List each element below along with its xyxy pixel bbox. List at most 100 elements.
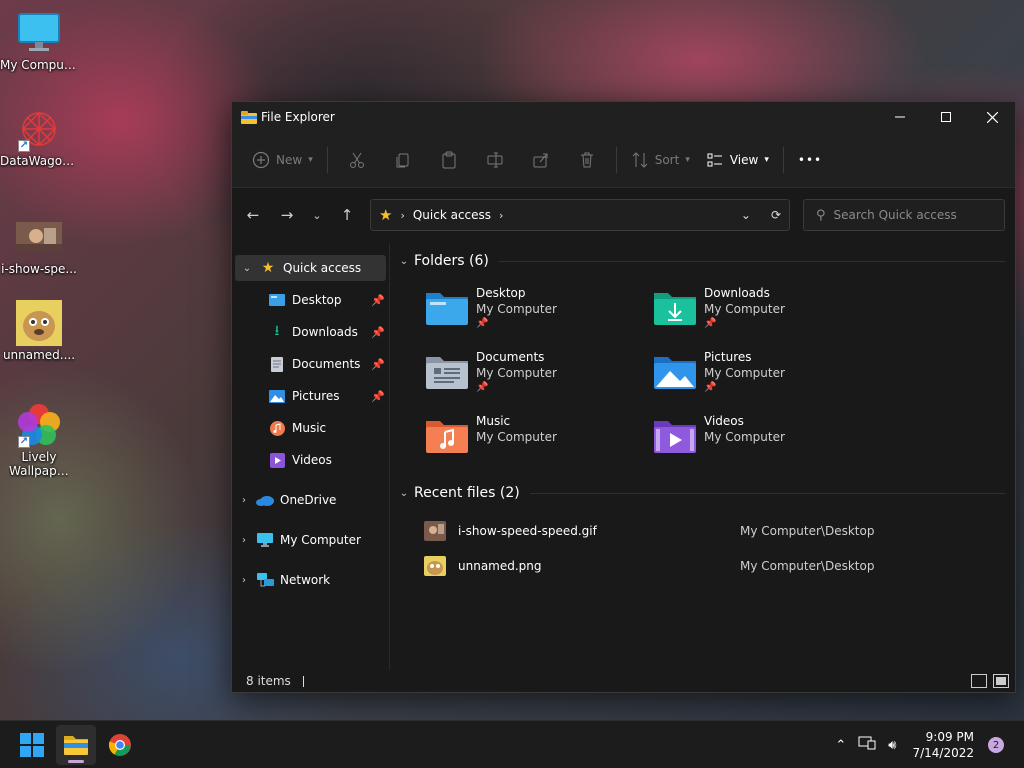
chevron-right-icon[interactable]: › (236, 535, 252, 546)
folders-header: Folders (6) (414, 253, 489, 269)
folder-pictures[interactable]: Pictures My Computer 📌 (652, 349, 880, 405)
documents-folder-icon (426, 357, 468, 389)
shortcut-arrow-icon: ↗ (18, 436, 30, 448)
sort-icon (632, 151, 648, 168)
share-button[interactable] (518, 144, 564, 176)
sidebar-item-music[interactable]: Music (232, 415, 389, 441)
close-icon (986, 111, 998, 123)
view-button[interactable]: View ▾ (698, 144, 777, 176)
window-title: File Explorer (261, 110, 335, 124)
address-path[interactable]: Quick access (413, 208, 491, 222)
folder-music[interactable]: Music My Computer (424, 413, 652, 469)
document-icon (268, 356, 286, 372)
desktop-icon-png[interactable]: unnamed.... (0, 300, 78, 363)
search-input[interactable] (833, 208, 994, 222)
desktop-icon-gif[interactable]: i-show-spe... (0, 214, 78, 277)
clock[interactable]: 9:09 PM 7/14/2022 (912, 729, 974, 761)
window-controls (877, 102, 1015, 132)
sidebar-item-network[interactable]: › Network (232, 567, 389, 593)
clipboard-icon (442, 151, 456, 168)
sidebar-item-desktop[interactable]: Desktop 📌 (232, 287, 389, 313)
chevron-down-icon: ⌄ (312, 208, 322, 222)
notification-badge[interactable]: 2 (988, 737, 1004, 753)
taskbar-file-explorer-button[interactable] (56, 724, 96, 765)
recent-files-list: i-show-speed-speed.gif My Computer\Deskt… (396, 513, 1015, 583)
minimize-button[interactable] (877, 102, 923, 132)
sidebar-item-quick-access[interactable]: ⌄ ★ Quick access (235, 255, 386, 281)
sidebar-item-label: Network (280, 573, 331, 587)
recent-section-header[interactable]: ⌄ Recent files (2) (396, 479, 1015, 507)
folder-name: Downloads (704, 286, 770, 300)
refresh-icon[interactable]: ⟳ (771, 208, 781, 222)
sidebar-item-videos[interactable]: Videos (232, 447, 389, 473)
folder-desktop[interactable]: Desktop My Computer 📌 (424, 285, 652, 341)
new-button[interactable]: New ▾ (244, 144, 321, 176)
folder-videos[interactable]: Videos My Computer (652, 413, 880, 469)
chevron-down-icon: ▾ (685, 154, 690, 165)
chevron-right-icon: › (400, 208, 405, 222)
clock-time: 9:09 PM (925, 730, 974, 744)
sidebar-item-label: Desktop (292, 293, 342, 307)
sidebar-item-label: Pictures (292, 389, 340, 403)
address-dropdown-icon[interactable]: ⌄ (741, 208, 751, 222)
cut-button[interactable] (334, 144, 380, 176)
chevron-right-icon[interactable]: › (236, 575, 252, 586)
sidebar-item-onedrive[interactable]: › OneDrive (232, 487, 389, 513)
up-button[interactable]: ↑ (330, 200, 364, 230)
pin-icon: 📌 (371, 293, 385, 307)
sidebar-item-pictures[interactable]: Pictures 📌 (232, 383, 389, 409)
folder-downloads[interactable]: Downloads My Computer 📌 (652, 285, 880, 341)
maximize-button[interactable] (923, 102, 969, 132)
rename-icon (487, 152, 503, 167)
pin-icon: 📌 (476, 318, 489, 329)
details-view-icon[interactable] (971, 674, 987, 688)
chevron-down-icon[interactable]: ⌄ (396, 256, 412, 267)
delete-button[interactable] (564, 144, 610, 176)
sort-button[interactable]: Sort ▾ (623, 144, 698, 176)
arrow-up-icon: ↑ (340, 206, 354, 224)
recent-file-row[interactable]: i-show-speed-speed.gif My Computer\Deskt… (424, 513, 1015, 548)
toolbar-separator (615, 146, 617, 173)
folder-documents[interactable]: Documents My Computer 📌 (424, 349, 652, 405)
search-box[interactable]: ⚲ (803, 199, 1005, 231)
network-status-icon[interactable] (858, 736, 876, 754)
sidebar-item-downloads[interactable]: ⭳ Downloads 📌 (232, 319, 389, 345)
taskbar-chrome-button[interactable] (100, 725, 140, 765)
desktop-icon-label: My Computer (0, 58, 78, 72)
chevron-down-icon[interactable]: ⌄ (239, 263, 255, 274)
desktop-icon-label: i-show-spe... (1, 262, 77, 276)
sidebar-item-label: Downloads (292, 325, 358, 339)
sidebar-item-documents[interactable]: Documents 📌 (232, 351, 389, 377)
volume-icon[interactable]: 🔊︎ (888, 738, 896, 753)
paste-button[interactable] (426, 144, 472, 176)
title-bar[interactable]: File Explorer (232, 102, 1015, 132)
pictures-icon (268, 388, 286, 404)
tiles-view-icon[interactable] (993, 674, 1009, 688)
start-button[interactable] (12, 725, 52, 765)
sidebar-item-my-computer[interactable]: › My Computer (232, 527, 389, 553)
copy-button[interactable] (380, 144, 426, 176)
more-options-button[interactable]: ••• (790, 144, 830, 176)
address-bar[interactable]: ★ › Quick access › ⌄ ⟳ (370, 199, 790, 231)
downloads-folder-icon (654, 293, 696, 325)
recent-files-header: Recent files (2) (414, 485, 520, 501)
chevron-right-icon[interactable]: › (236, 495, 252, 506)
forward-button[interactable]: → (270, 200, 304, 230)
back-button[interactable]: ← (236, 200, 270, 230)
chevron-right-icon[interactable]: › (499, 209, 503, 222)
folder-location: My Computer (704, 302, 785, 316)
desktop-icon-lively-wallpaper[interactable]: ↗ Lively Wallpaper (0, 402, 78, 478)
chevron-down-icon: ▾ (764, 154, 769, 165)
toolbar-separator (782, 146, 784, 173)
rename-button[interactable] (472, 144, 518, 176)
show-hidden-icons-chevron-up-icon[interactable]: ⌃ (835, 738, 846, 753)
close-button[interactable] (969, 102, 1015, 132)
folders-section-header[interactable]: ⌄ Folders (6) (396, 247, 1015, 275)
recent-file-row[interactable]: unnamed.png My Computer\Desktop (424, 548, 1015, 583)
recent-locations-button[interactable]: ⌄ (304, 200, 330, 230)
desktop-icon-my-computer[interactable]: My Computer (0, 10, 78, 73)
chevron-down-icon[interactable]: ⌄ (396, 488, 412, 499)
desktop-icon-datawagon[interactable]: ↗ DataWagon... (0, 106, 78, 169)
sort-label: Sort (654, 152, 680, 167)
navigation-bar: ← → ⌄ ↑ ★ › Quick access › ⌄ ⟳ ⚲ (232, 188, 1015, 242)
